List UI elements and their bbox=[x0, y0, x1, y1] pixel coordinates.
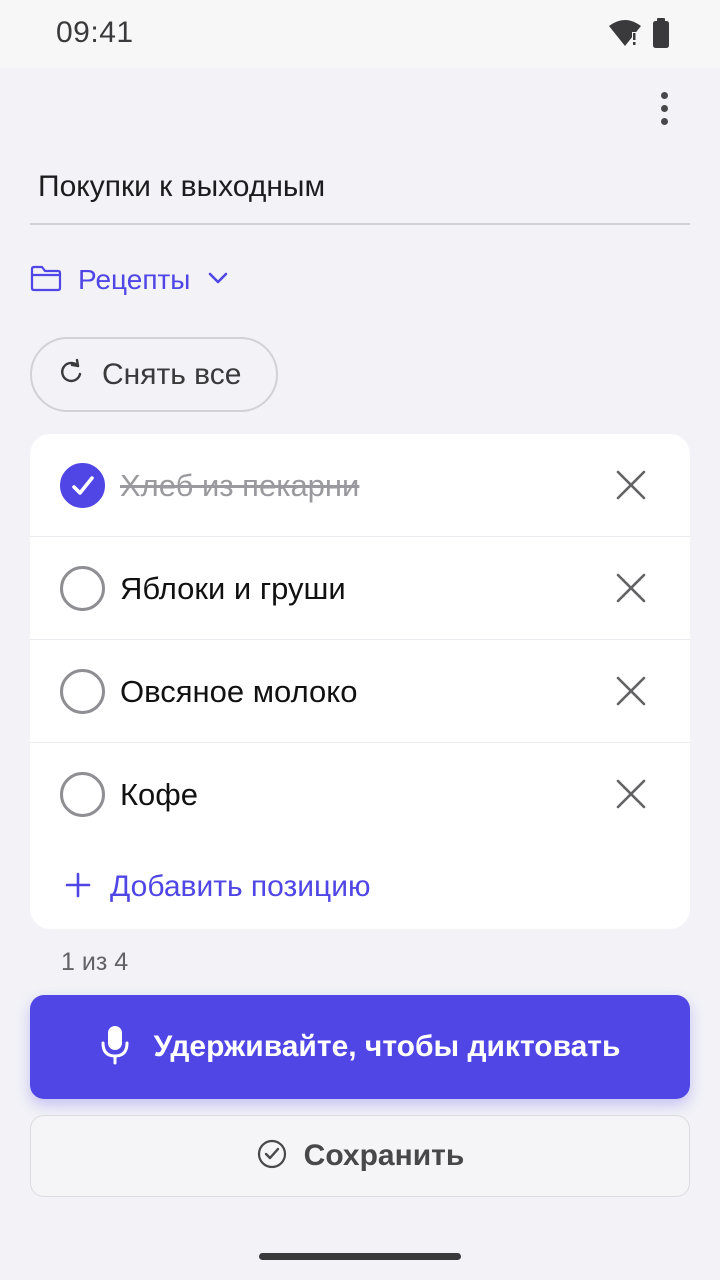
save-label: Сохранить bbox=[303, 1139, 465, 1172]
save-button[interactable]: Сохранить bbox=[30, 1115, 690, 1197]
uncheck-all-label: Снять все bbox=[102, 357, 242, 391]
item-label[interactable]: Яблоки и груши bbox=[120, 571, 346, 607]
plus-icon bbox=[64, 871, 92, 904]
list-item: Кофе bbox=[30, 743, 690, 846]
status-bar: 09:41 bbox=[0, 0, 720, 68]
check-circle-icon bbox=[256, 1138, 288, 1175]
checklist-card: Хлеб из пекарни Яблоки и груши Овсяное м… bbox=[30, 434, 690, 929]
close-icon[interactable] bbox=[612, 672, 650, 710]
uncheck-all-button[interactable]: Снять все bbox=[30, 337, 278, 412]
refresh-icon bbox=[58, 358, 84, 391]
list-item: Овсяное молоко bbox=[30, 640, 690, 743]
dictate-label: Удерживайте, чтобы диктовать bbox=[153, 1030, 621, 1063]
more-vertical-icon[interactable] bbox=[644, 86, 684, 130]
home-indicator[interactable] bbox=[259, 1253, 461, 1260]
close-icon[interactable] bbox=[612, 466, 650, 504]
checkbox[interactable] bbox=[60, 772, 105, 817]
battery-icon bbox=[652, 18, 670, 53]
checkbox-checked[interactable] bbox=[60, 463, 105, 508]
list-item: Яблоки и груши bbox=[30, 537, 690, 640]
item-label[interactable]: Овсяное молоко bbox=[120, 674, 357, 710]
folder-icon bbox=[30, 264, 62, 297]
close-icon[interactable] bbox=[612, 569, 650, 607]
add-item-button[interactable]: Добавить позицию bbox=[64, 865, 370, 909]
add-item-label: Добавить позицию bbox=[110, 870, 371, 903]
checkbox[interactable] bbox=[60, 566, 105, 611]
note-title: Покупки к выходным bbox=[38, 170, 326, 203]
item-label[interactable]: Кофе bbox=[120, 777, 198, 813]
microphone-icon bbox=[100, 1025, 130, 1070]
note-title-field[interactable]: Покупки к выходным bbox=[30, 150, 690, 225]
wifi-alert-icon bbox=[608, 18, 642, 53]
checkbox[interactable] bbox=[60, 669, 105, 714]
folder-label: Рецепты bbox=[78, 264, 191, 295]
status-icons bbox=[608, 18, 670, 53]
status-time: 09:41 bbox=[56, 16, 134, 49]
close-icon[interactable] bbox=[612, 775, 650, 813]
item-label[interactable]: Хлеб из пекарни bbox=[120, 468, 359, 504]
dictate-button[interactable]: Удерживайте, чтобы диктовать bbox=[30, 995, 690, 1099]
chevron-down-icon bbox=[206, 270, 230, 291]
list-item: Хлеб из пекарни bbox=[30, 434, 690, 537]
progress-counter: 1 из 4 bbox=[61, 948, 129, 976]
folder-selector[interactable]: Рецепты bbox=[30, 258, 230, 302]
